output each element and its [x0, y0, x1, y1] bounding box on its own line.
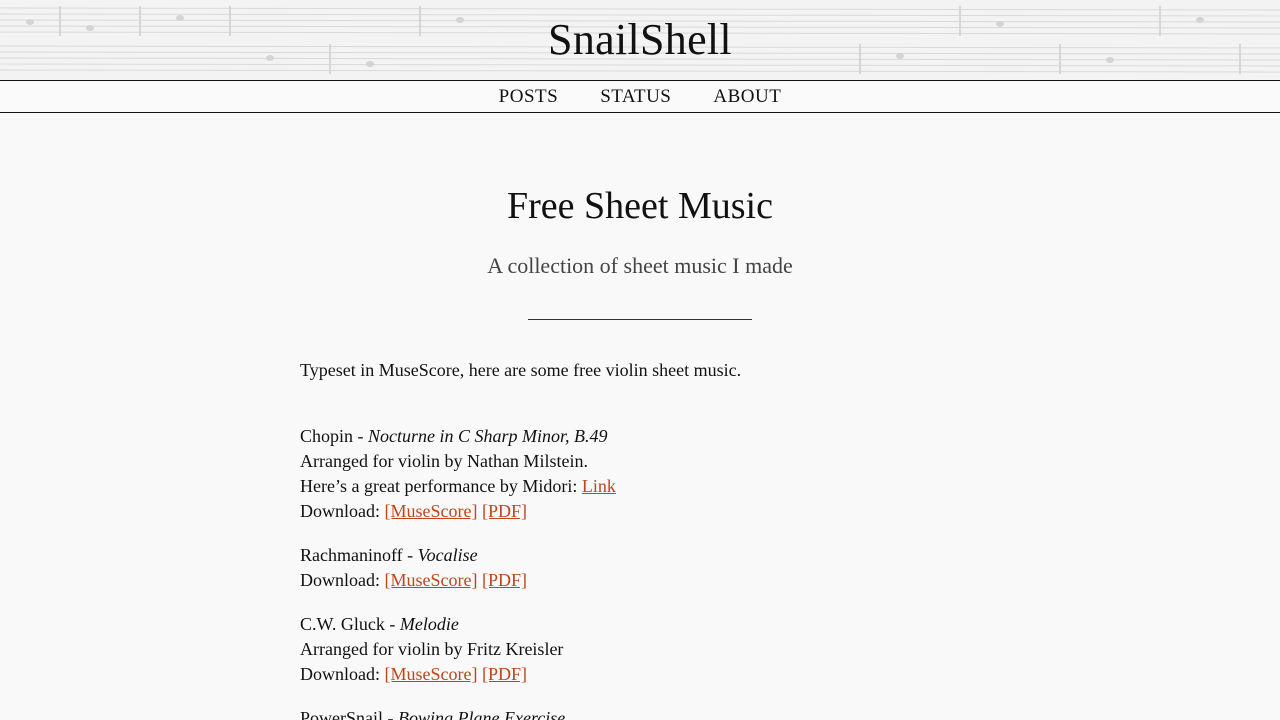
pdf-link[interactable]: [PDF]: [482, 664, 527, 684]
header-banner: SnailShell: [0, 0, 1280, 80]
performance-line: Here’s a great performance by Midori: Li…: [300, 474, 980, 499]
nav-status[interactable]: STATUS: [600, 81, 671, 112]
piece-heading: C.W. Gluck - Melodie: [300, 612, 980, 637]
musescore-link[interactable]: [MuseScore]: [385, 570, 478, 590]
separator: -: [384, 614, 400, 634]
piece-heading: Rachmaninoff - Vocalise: [300, 543, 980, 568]
intro-text: Typeset in MuseScore, here are some free…: [300, 360, 742, 380]
arrangement-note: Arranged for violin by Nathan Milstein.: [300, 451, 588, 471]
composer: C.W. Gluck: [300, 614, 385, 634]
download-label: Download:: [300, 501, 385, 521]
download-line: Download: [MuseScore] [PDF]: [300, 568, 980, 593]
main-nav: POSTS STATUS ABOUT: [0, 80, 1280, 113]
piece-rachmaninoff: Rachmaninoff - Vocalise Download: [MuseS…: [300, 543, 980, 593]
site-title-link[interactable]: SnailShell: [0, 14, 1280, 65]
separator: -: [383, 708, 398, 720]
page-title: Free Sheet Music: [507, 185, 773, 227]
piece-heading: Chopin - Nocturne in C Sharp Minor, B.49: [300, 424, 980, 449]
title-divider: [528, 319, 752, 320]
work-title: Vocalise: [417, 545, 478, 565]
performance-link[interactable]: Link: [582, 476, 616, 496]
separator: -: [402, 545, 418, 565]
piece-powersnail: PowerSnail - Bowing Plane Exercise: [300, 706, 980, 720]
piece-chopin: Chopin - Nocturne in C Sharp Minor, B.49…: [300, 424, 980, 524]
page-subtitle: A collection of sheet music I made: [487, 253, 793, 278]
work-title: Nocturne in C Sharp Minor, B.49: [368, 426, 608, 446]
arrangement-note: Arranged for violin by Fritz Kreisler: [300, 639, 564, 659]
musescore-link[interactable]: [MuseScore]: [385, 501, 478, 521]
piece-gluck: C.W. Gluck - Melodie Arranged for violin…: [300, 612, 980, 687]
composer: PowerSnail: [300, 708, 383, 720]
download-label: Download:: [300, 664, 385, 684]
post-content: Typeset in MuseScore, here are some free…: [300, 358, 980, 720]
download-line: Download: [MuseScore] [PDF]: [300, 499, 980, 524]
separator: -: [353, 426, 369, 446]
piece-heading: PowerSnail - Bowing Plane Exercise: [300, 706, 980, 720]
musescore-link[interactable]: [MuseScore]: [385, 664, 478, 684]
work-title: Bowing Plane Exercise: [398, 708, 566, 720]
pdf-link[interactable]: [PDF]: [482, 570, 527, 590]
performance-text: Here’s a great performance by Midori:: [300, 476, 582, 496]
download-label: Download:: [300, 570, 385, 590]
composer: Chopin: [300, 426, 354, 446]
work-title: Melodie: [399, 614, 459, 634]
pdf-link[interactable]: [PDF]: [482, 501, 527, 521]
download-line: Download: [MuseScore] [PDF]: [300, 662, 980, 687]
composer: Rachmaninoff: [300, 545, 403, 565]
nav-about[interactable]: ABOUT: [713, 81, 781, 112]
nav-posts[interactable]: POSTS: [499, 81, 559, 112]
